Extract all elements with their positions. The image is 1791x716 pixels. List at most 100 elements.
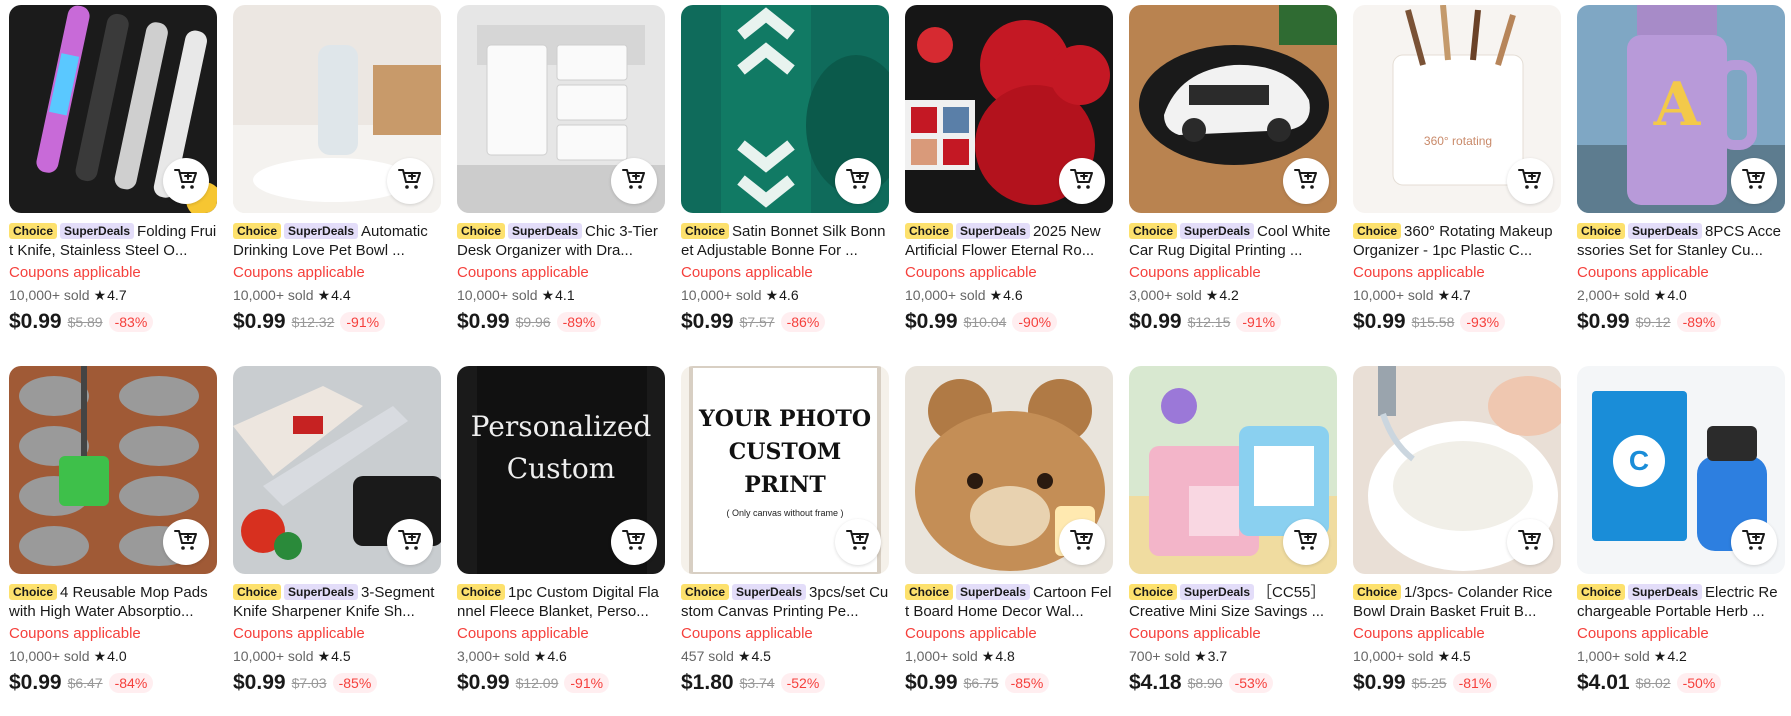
product-card[interactable]: A Choice SuperDeals 8PCS Accessories Set f… [1577,5,1785,349]
product-card[interactable]: Choice Satin Bonnet Silk Bonnet Adjustabl… [681,5,889,349]
product-image[interactable]: Personalized Custom [457,366,665,574]
original-price: $3.74 [739,675,775,691]
product-image[interactable] [233,5,441,213]
product-image[interactable] [905,5,1113,213]
price-row: $0.99 $12.09 -91% [457,670,665,696]
add-to-cart-button[interactable] [1507,519,1553,565]
product-image[interactable] [1129,366,1337,574]
add-to-cart-button[interactable] [611,158,657,204]
product-card[interactable]: Choice SuperDeals Folding Fruit Knife, Sta… [9,5,217,349]
product-image[interactable]: 360° rotating [1353,5,1561,213]
product-card[interactable]: Choice 1/3pcs- Colander Rice Bowl Drain B… [1353,366,1561,710]
sold-count: 10,000+ sold [233,287,314,303]
add-to-cart-button[interactable] [1507,158,1553,204]
price-row: $0.99 $15.58 -93% [1353,309,1561,335]
product-title[interactable]: Choice SuperDeals 8PCS Accessories Set for… [1577,222,1785,260]
rating-value: 4.6 [1003,287,1023,303]
star-icon: ★ [1437,287,1451,303]
coupon-label: Coupons applicable [1129,264,1261,281]
choice-badge: Choice [1129,223,1178,239]
sales-rating: 10,000+ sold ★4.7 [9,286,217,305]
product-card[interactable]: Choice SuperDeals ［CC55］ Creative Mini Siz… [1129,366,1337,710]
coupon-label: Coupons applicable [233,264,365,281]
product-card[interactable]: Choice 4 Reusable Mop Pads with High Wate… [9,366,217,710]
add-to-cart-button[interactable] [163,158,209,204]
product-image[interactable]: C [1577,366,1785,574]
product-card[interactable]: Choice SuperDeals 2025 New Artificial Flow… [905,5,1113,349]
product-image[interactable] [1353,366,1561,574]
coupon-label: Coupons applicable [681,625,813,642]
add-to-cart-button[interactable] [835,158,881,204]
product-title[interactable]: Choice SuperDeals Electric Rechargeable Po… [1577,583,1785,621]
coupon-label: Coupons applicable [1353,264,1485,281]
product-title[interactable]: Choice SuperDeals 2025 New Artificial Flow… [905,222,1113,260]
product-image[interactable] [681,5,889,213]
product-title[interactable]: Choice SuperDeals Folding Fruit Knife, Sta… [9,222,217,260]
coupon-label: Coupons applicable [1577,264,1709,281]
product-title[interactable]: Choice SuperDeals ［CC55］ Creative Mini Siz… [1129,583,1337,621]
product-title[interactable]: Choice 1pc Custom Digital Flannel Fleece … [457,583,665,621]
product-grid: Choice SuperDeals Folding Fruit Knife, Sta… [9,5,1785,710]
product-title[interactable]: Choice SuperDeals Cartoon Felt Board Home … [905,583,1113,621]
coupon-label: Coupons applicable [9,264,141,281]
product-card[interactable]: YOUR PHOTO CUSTOM PRINT ( Only canvas witho… [681,366,889,710]
rating-value: 4.7 [107,287,127,303]
add-to-cart-button[interactable] [163,519,209,565]
add-to-cart-button[interactable] [1731,519,1777,565]
product-title[interactable]: Choice SuperDeals 3-Segment Knife Sharpene… [233,583,441,621]
product-title[interactable]: Choice Satin Bonnet Silk Bonnet Adjustabl… [681,222,889,260]
sales-rating: 10,000+ sold ★4.0 [9,647,217,666]
sales-rating: 3,000+ sold ★4.2 [1129,286,1337,305]
add-to-cart-button[interactable] [1283,519,1329,565]
product-title[interactable]: Choice 4 Reusable Mop Pads with High Wate… [9,583,217,621]
star-icon: ★ [1653,287,1667,303]
price-row: $0.99 $7.03 -85% [233,670,441,696]
add-to-cart-icon [1069,166,1095,197]
product-card[interactable]: Personalized Custom Choice 1pc Custom Digi… [457,366,665,710]
add-to-cart-button[interactable] [387,519,433,565]
add-to-cart-button[interactable] [611,519,657,565]
star-icon: ★ [1194,648,1207,664]
product-card[interactable]: C Choice SuperDeals Electric Rechargeable … [1577,366,1785,710]
product-card[interactable]: Choice SuperDeals 3-Segment Knife Sharpene… [233,366,441,710]
product-title[interactable]: Choice SuperDeals 3pcs/set Custom Canvas P… [681,583,889,621]
product-image[interactable] [9,366,217,574]
discount-badge: -53% [1228,673,1274,693]
product-image[interactable]: YOUR PHOTO CUSTOM PRINT ( Only canvas witho… [681,366,889,574]
add-to-cart-button[interactable] [387,158,433,204]
add-to-cart-button[interactable] [1283,158,1329,204]
svg-text:360° rotating: 360° rotating [1424,134,1492,148]
add-to-cart-button[interactable] [835,519,881,565]
sale-price: $0.99 [233,310,286,333]
add-to-cart-button[interactable] [1731,158,1777,204]
product-title[interactable]: Choice SuperDeals Automatic Drinking Love … [233,222,441,260]
add-to-cart-icon [1517,527,1543,558]
product-card[interactable]: Choice SuperDeals Cool White Car Rug Digit… [1129,5,1337,349]
product-image[interactable] [905,366,1113,574]
add-to-cart-button[interactable] [1059,519,1105,565]
product-card[interactable]: 360° rotating Choice 360° Rotating Makeup… [1353,5,1561,349]
sales-rating: 700+ sold ★3.7 [1129,647,1337,666]
product-title[interactable]: Choice SuperDeals Chic 3-Tier Desk Organiz… [457,222,665,260]
add-to-cart-icon [845,527,871,558]
product-image[interactable] [457,5,665,213]
product-image[interactable] [9,5,217,213]
product-image[interactable] [1129,5,1337,213]
choice-badge: Choice [1129,584,1178,600]
sale-price: $4.18 [1129,671,1182,694]
product-card[interactable]: Choice SuperDeals Chic 3-Tier Desk Organiz… [457,5,665,349]
product-card[interactable]: Choice SuperDeals Cartoon Felt Board Home … [905,366,1113,710]
product-title[interactable]: Choice 1/3pcs- Colander Rice Bowl Drain B… [1353,583,1561,621]
discount-badge: -86% [780,312,826,332]
add-to-cart-icon [397,166,423,197]
choice-badge: Choice [1353,584,1402,600]
sale-price: $0.99 [9,671,62,694]
product-title[interactable]: Choice 360° Rotating Makeup Organizer - 1… [1353,222,1561,260]
product-card[interactable]: Choice SuperDeals Automatic Drinking Love … [233,5,441,349]
svg-text:Personalized: Personalized [471,410,652,443]
sales-rating: 10,000+ sold ★4.7 [1353,286,1561,305]
product-image[interactable] [233,366,441,574]
product-title[interactable]: Choice SuperDeals Cool White Car Rug Digit… [1129,222,1337,260]
product-image[interactable]: A [1577,5,1785,213]
add-to-cart-button[interactable] [1059,158,1105,204]
